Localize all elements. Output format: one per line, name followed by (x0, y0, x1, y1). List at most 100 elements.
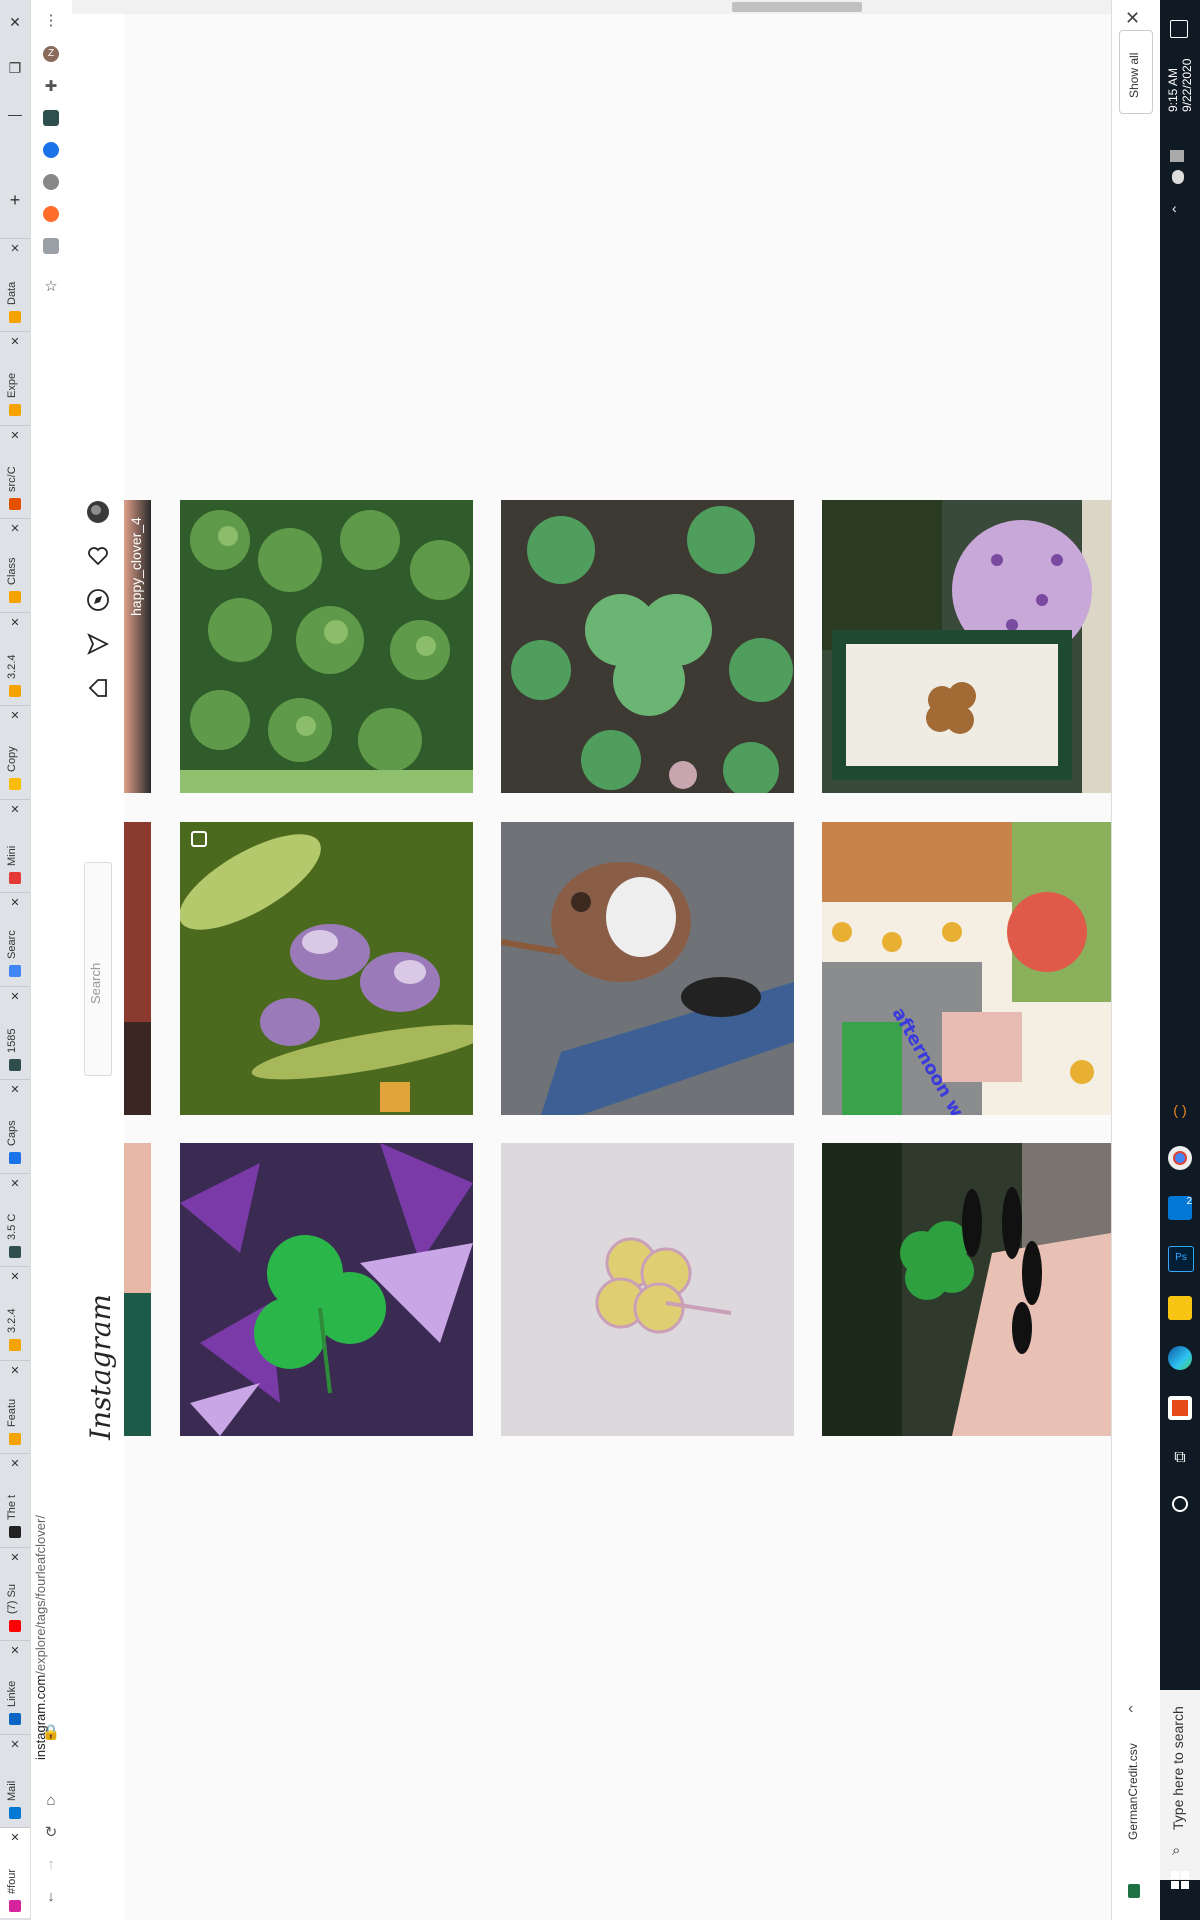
browser-tab[interactable]: ✕ Caps (0, 1079, 30, 1170)
browser-tab[interactable]: ✕ 3.2.4 (0, 611, 30, 703)
tab-title: Class (6, 557, 18, 585)
tab-favicon-icon (9, 310, 21, 323)
tab-favicon-icon (9, 1900, 21, 1912)
home-icon[interactable]: ⌂ (39, 1788, 63, 1812)
browser-tab[interactable]: ✕ 3.5 C (0, 1172, 30, 1264)
dropbox-icon[interactable] (1170, 150, 1184, 162)
tab-title: Mini (6, 845, 18, 866)
forward-icon[interactable]: ↑ (39, 1852, 63, 1876)
post-thumbnail[interactable] (124, 1143, 151, 1436)
browser-tab[interactable]: ✕ Mail (0, 1733, 30, 1825)
photoshop-app-icon[interactable]: Ps (1168, 1246, 1194, 1272)
browser-tab[interactable]: ✕ The t (0, 1453, 30, 1544)
reload-icon[interactable]: ↻ (39, 1820, 63, 1844)
browser-tab[interactable]: ✕ Class (0, 518, 30, 609)
tab-favicon-icon (9, 965, 21, 977)
tab-title: Linke (6, 1680, 18, 1707)
new-tab-icon[interactable]: + (3, 188, 27, 212)
browser-tab[interactable]: ✕ 1585 (0, 985, 30, 1077)
tab-favicon-icon (9, 1339, 21, 1351)
search-icon: ⌕ (1172, 1842, 1181, 1859)
post-thumbnail-clover-patch[interactable] (180, 500, 473, 793)
browser-tab[interactable]: ✕ Copy (0, 705, 30, 796)
tab-favicon-icon (9, 1245, 21, 1258)
profile-avatar[interactable]: Z (43, 46, 59, 62)
post-thumbnail-clover-closeup[interactable] (501, 500, 794, 793)
post-thumbnail-green-clover-purple[interactable] (180, 1143, 473, 1436)
extensions-icon[interactable]: ✚ (39, 74, 63, 98)
instagram-logo[interactable]: Instagram (84, 1294, 117, 1440)
download-item-name[interactable]: GermanCredit.csv (1126, 1710, 1142, 1840)
post-thumbnail[interactable] (124, 822, 151, 1115)
post-thumbnail-wisteria[interactable] (180, 822, 473, 1115)
post-thumbnail-drawn-clover[interactable] (501, 1143, 794, 1436)
tab-title: Mail (6, 1780, 18, 1801)
action-center-icon[interactable] (1170, 20, 1188, 38)
close-downloads-icon[interactable]: ✕ (1125, 8, 1140, 29)
tab-title: Copy (6, 746, 18, 772)
extension-icon[interactable] (43, 110, 59, 126)
post-thumbnail-dog[interactable] (501, 822, 794, 1115)
tab-favicon-icon (9, 871, 21, 884)
windows-start-icon[interactable] (1168, 1868, 1192, 1892)
profile-avatar-icon[interactable] (86, 500, 110, 524)
tab-title: Caps (6, 1120, 18, 1146)
tab-favicon-icon (9, 778, 21, 790)
post-caption: happy_clover_4 (128, 517, 144, 616)
post-thumbnail[interactable]: happy_clover_4 (124, 500, 151, 793)
tab-favicon-icon (9, 1713, 21, 1725)
restore-window-icon[interactable]: ❐ (3, 56, 27, 80)
brackets-app-icon[interactable]: ( ) (1168, 1098, 1192, 1122)
browser-tab[interactable]: ✕ Mini (0, 798, 30, 890)
post-thumbnail-scrunchie-frame[interactable] (822, 500, 1111, 793)
scrollbar-thumb[interactable] (732, 2, 862, 12)
windows-taskbar (1160, 0, 1200, 1920)
browser-tab[interactable]: ✕ Featu (0, 1359, 30, 1451)
file-explorer-app-icon[interactable] (1168, 1296, 1192, 1320)
show-hidden-icons-icon[interactable]: ‹ (1172, 200, 1177, 216)
browser-tab[interactable]: ✕ #four (0, 1827, 30, 1918)
office-app-icon[interactable] (1168, 1396, 1192, 1420)
outlook-app-icon[interactable]: 2 (1168, 1196, 1192, 1220)
extension-icon[interactable] (43, 238, 59, 254)
bookmark-star-icon[interactable]: ☆ (39, 274, 63, 298)
browser-tab[interactable]: ✕ (7) Su (0, 1546, 30, 1638)
tab-favicon-icon (9, 404, 21, 416)
tab-favicon-icon (9, 1619, 21, 1632)
minimize-window-icon[interactable]: — (3, 102, 27, 126)
tab-title: 3.2.4 (6, 654, 18, 679)
close-window-icon[interactable]: ✕ (3, 10, 27, 34)
browser-tab[interactable]: ✕ Linke (0, 1640, 30, 1731)
more-menu-icon[interactable]: ⋮ (39, 8, 63, 32)
post-thumbnail-hand-clover[interactable] (822, 1143, 1111, 1436)
task-view-icon[interactable]: ⧉ (1168, 1446, 1192, 1470)
extension-icon[interactable] (43, 142, 59, 158)
explore-compass-icon[interactable] (86, 588, 110, 612)
tab-title: 3.2.4 (6, 1308, 18, 1333)
browser-tab[interactable]: ✕ Data (0, 237, 30, 329)
url-domain: instagram.com (33, 1674, 48, 1760)
chrome-app-icon[interactable] (1168, 1146, 1192, 1170)
extension-icon[interactable] (43, 206, 59, 222)
tab-favicon-icon (9, 1152, 21, 1164)
browser-tab[interactable]: ✕ 3.2.4 (0, 1266, 30, 1357)
browser-tab[interactable]: ✕ Searc (0, 892, 30, 983)
mail-badge: 2 (1186, 1196, 1192, 1207)
horizontal-scrollbar[interactable] (72, 0, 1112, 14)
activity-heart-icon[interactable] (86, 544, 110, 568)
tab-title: Searc (6, 930, 18, 959)
home-icon[interactable] (86, 676, 110, 700)
browser-tab[interactable]: ✕ Expe (0, 331, 30, 422)
edge-app-icon[interactable] (1168, 1346, 1192, 1370)
direct-send-icon[interactable] (86, 632, 110, 656)
volume-icon[interactable] (1172, 170, 1184, 184)
cortana-icon[interactable] (1168, 1492, 1192, 1516)
extension-icon[interactable] (43, 174, 59, 190)
tab-favicon-icon (9, 591, 21, 603)
tab-title: 3.5 C (6, 1213, 18, 1240)
back-icon[interactable]: ↓ (39, 1884, 63, 1908)
tab-favicon-icon (9, 1806, 21, 1819)
address-bar[interactable]: instagram.com/explore/tags/fourleafclove… (33, 1460, 51, 1760)
post-thumbnail-collage[interactable]: afternoon walk (822, 822, 1111, 1115)
browser-tab[interactable]: ✕ src/C (0, 424, 30, 516)
